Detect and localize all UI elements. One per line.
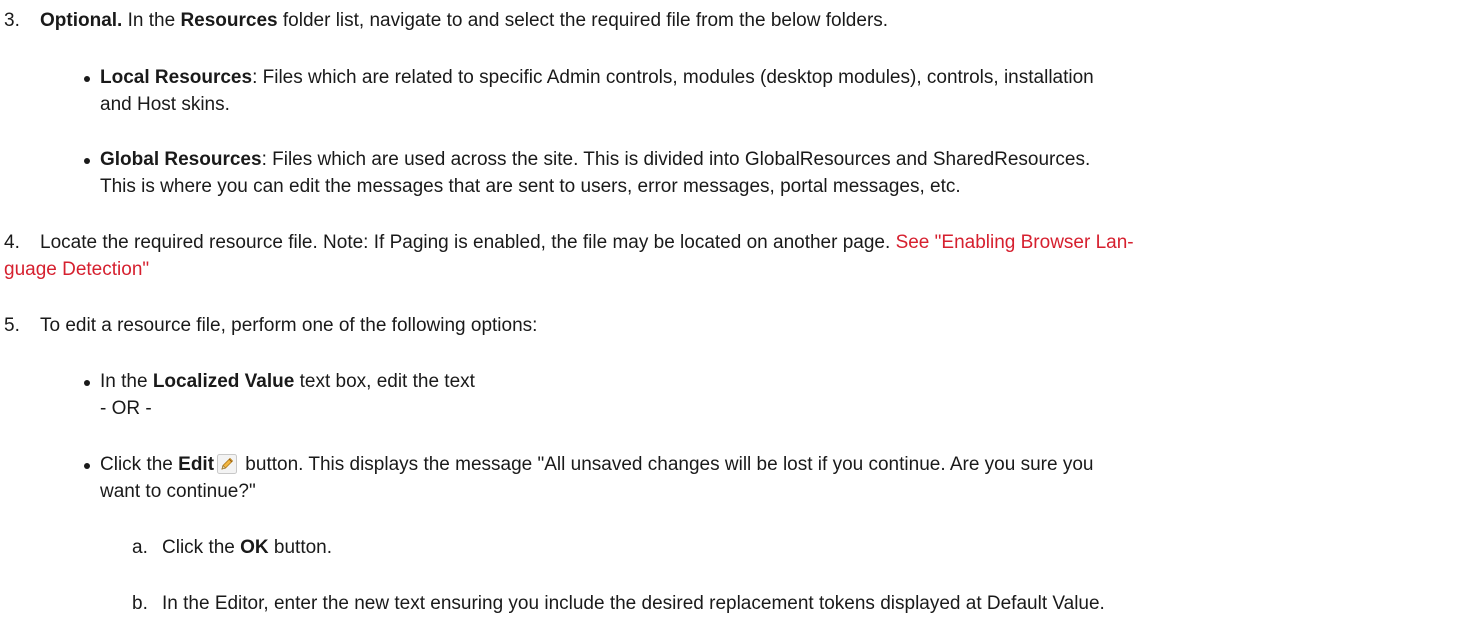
bullet-title: Global Resources — [100, 149, 262, 170]
bullet-text: : Files which are related to specific Ad… — [252, 67, 1094, 88]
step-number: 3. — [4, 10, 20, 31]
bullet-text: In the — [100, 371, 153, 392]
sub-step-text: In the Editor, enter the new text ensuri… — [162, 593, 1105, 614]
bullet-dot — [84, 463, 90, 469]
sub-step-text-part: Click the — [162, 537, 241, 558]
step-text-part: folder list, navigate to and select the … — [277, 10, 889, 31]
localized-value-label: Localized Value — [152, 371, 295, 392]
bullet-global-resources: Global Resources: Files which are used a… — [84, 146, 1430, 200]
sub-step-letter: a. — [132, 537, 148, 558]
cross-reference-link-continued[interactable]: guage Detection" — [4, 259, 149, 280]
bullet-text-continued: This is where you can edit the messages … — [100, 176, 961, 197]
bullet-text: Click the — [100, 454, 179, 475]
resources-label: Resources — [180, 10, 278, 31]
bullet-text: : Files which are used across the site. … — [261, 149, 1091, 170]
link-text: See "Enabling Browser Lan- — [895, 232, 1134, 253]
step-4-continued: guage Detection" — [4, 256, 1444, 283]
bullet-text: text box, edit the text — [294, 371, 475, 392]
sub-step-a: a. Click the OK button. — [132, 534, 1452, 561]
sub-step-text-part: button. — [268, 537, 333, 558]
step-text: To edit a resource file, perform one of … — [40, 315, 538, 336]
sub-step-letter: b. — [132, 593, 148, 614]
cross-reference-link[interactable]: See "Enabling Browser Lan- — [896, 232, 1134, 253]
bullet-dot — [84, 76, 90, 82]
step-5: 5. To edit a resource file, perform one … — [4, 312, 1444, 339]
pencil-edit-icon — [217, 454, 238, 474]
bullet-local-resources: Local Resources: Files which are related… — [84, 64, 1430, 118]
step-text-part: Locate the required resource file. Note:… — [40, 232, 896, 253]
bullet-dot — [84, 158, 90, 164]
bullet-title: Local Resources — [100, 67, 253, 88]
bullet-localized-value: In the Localized Value text box, edit th… — [84, 368, 1430, 422]
sub-step-b: b. In the Editor, enter the new text ens… — [132, 590, 1452, 617]
step-text: Locate the required resource file. Note:… — [40, 229, 1444, 256]
bullet-text-continued: and Host skins. — [100, 94, 230, 115]
edit-label: Edit — [178, 454, 215, 475]
optional-label: Optional. — [40, 10, 123, 31]
bullet-text-continued: want to continue?" — [100, 481, 256, 502]
step-text: Optional. In the Resources folder list, … — [40, 7, 1444, 34]
step-4: 4. Locate the required resource file. No… — [4, 229, 1444, 256]
or-separator: - OR - — [100, 398, 152, 419]
sub-step-text: Click the OK button. — [162, 534, 1462, 561]
step-text-part: In the — [122, 10, 181, 31]
ok-label: OK — [240, 537, 269, 558]
step-3: 3. Optional. In the Resources folder lis… — [4, 7, 1444, 34]
bullet-text: button. This displays the message "All u… — [240, 454, 1094, 475]
bullet-edit: Click the Edit button. This displays the… — [84, 451, 1430, 505]
bullet-dot — [84, 380, 90, 386]
step-number: 4. — [4, 232, 20, 253]
link-text: guage Detection" — [4, 259, 150, 280]
step-number: 5. — [4, 315, 20, 336]
